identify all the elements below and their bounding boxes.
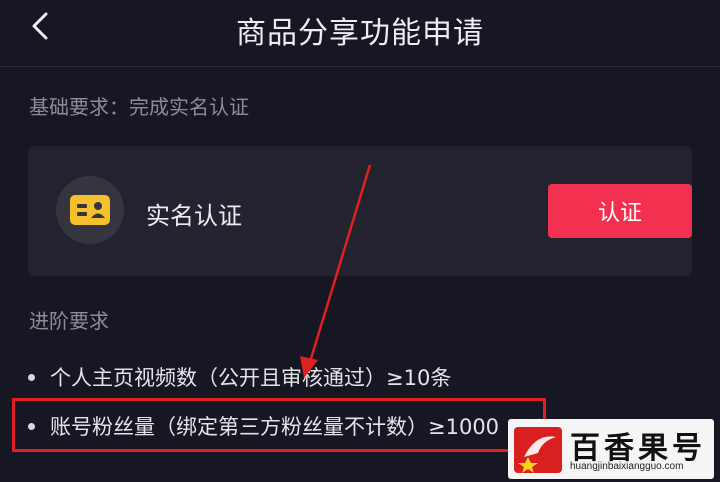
id-card-icon-wrapper	[56, 176, 124, 244]
header-divider	[0, 66, 720, 67]
watermark-url: huangjinbaixiangguo.com	[570, 461, 684, 472]
requirement-video-count: 个人主页视频数（公开且审核通过）≥10条	[28, 362, 451, 392]
bullet-dot	[28, 373, 35, 381]
verify-button[interactable]: 认证	[548, 184, 692, 238]
watermark: 百香果号 huangjinbaixiangguo.com	[508, 419, 714, 479]
header-bar: 商品分享功能申请	[0, 0, 720, 56]
advanced-requirement-label: 进阶要求	[29, 309, 109, 333]
real-name-card: 实名认证 认证	[28, 146, 692, 276]
watermark-logo	[514, 427, 562, 473]
page-title: 商品分享功能申请	[236, 16, 484, 51]
id-card-icon	[70, 195, 110, 225]
requirement-text: 个人主页视频数（公开且审核通过）≥10条	[50, 366, 452, 390]
real-name-label: 实名认证	[146, 202, 242, 230]
basic-requirement-label: 基础要求：完成实名认证	[29, 95, 249, 119]
annotation-highlight-box	[12, 398, 546, 452]
